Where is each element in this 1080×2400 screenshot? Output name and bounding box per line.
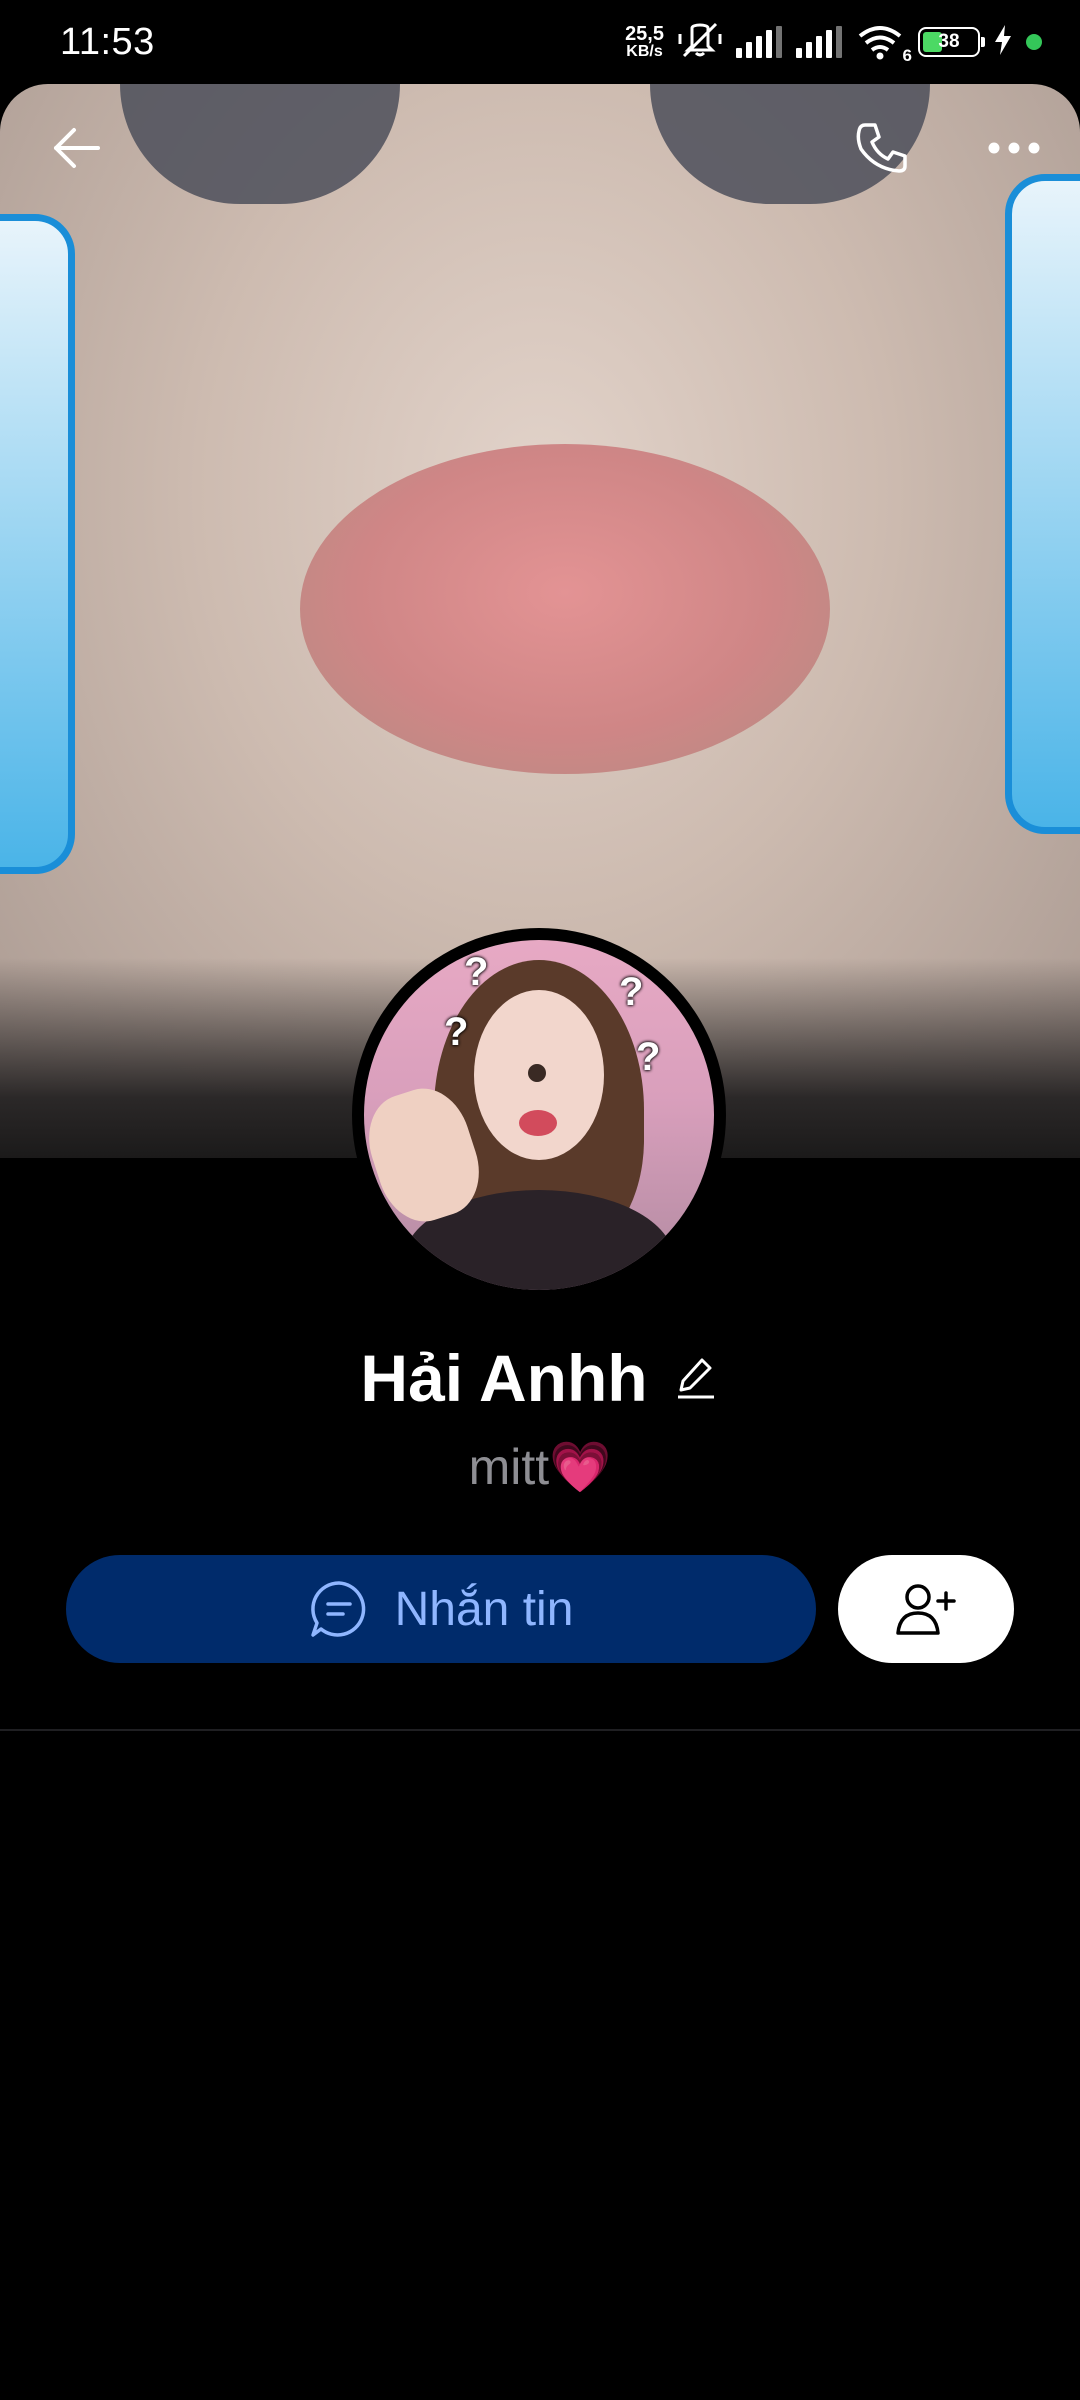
chat-bubble-icon	[310, 1581, 365, 1637]
more-options-button[interactable]	[978, 112, 1050, 184]
profile-name: Hải Anhh	[360, 1341, 648, 1415]
battery-icon: 38	[918, 27, 985, 57]
network-speed-value: 25,5	[625, 23, 664, 45]
cell-signal-1-icon	[736, 26, 782, 58]
privacy-indicator-dot	[1026, 34, 1042, 50]
more-horizontal-icon	[988, 142, 1040, 154]
add-friend-button[interactable]	[838, 1555, 1014, 1663]
pencil-icon	[677, 1358, 714, 1399]
wifi-badge: 6	[902, 46, 912, 65]
user-plus-icon	[896, 1584, 956, 1635]
profile-screen: 11:53 25,5 KB/s 6 38 ? ? ? ? Hải Anhh mi…	[0, 0, 1080, 2400]
status-time: 11:53	[60, 20, 155, 63]
vibrate-mute-icon	[678, 20, 722, 65]
cell-signal-2-icon	[796, 26, 842, 58]
network-speed: 25,5 KB/s	[625, 24, 664, 60]
profile-name-row: Hải Anhh	[0, 1340, 1080, 1416]
arrow-left-icon	[54, 128, 100, 168]
message-button-label: Nhắn tin	[394, 1582, 574, 1636]
back-button[interactable]	[40, 112, 112, 184]
call-button[interactable]	[846, 112, 918, 184]
network-speed-unit: KB/s	[626, 43, 663, 60]
avatar-photo: ? ? ? ?	[364, 940, 714, 1290]
wifi-icon: 6	[856, 24, 912, 65]
profile-bio: mitt💗	[468, 1439, 612, 1495]
message-button[interactable]: Nhắn tin	[66, 1555, 816, 1663]
battery-level: 38	[938, 31, 960, 52]
section-divider	[0, 1729, 1080, 1731]
phone-icon	[856, 123, 907, 173]
avatar[interactable]: ? ? ? ?	[352, 928, 726, 1302]
charging-icon	[994, 24, 1012, 60]
edit-name-button[interactable]	[672, 1354, 720, 1402]
status-bar: 11:53 25,5 KB/s 6 38	[0, 0, 1080, 84]
status-icons: 25,5 KB/s 6 38	[625, 20, 1042, 65]
